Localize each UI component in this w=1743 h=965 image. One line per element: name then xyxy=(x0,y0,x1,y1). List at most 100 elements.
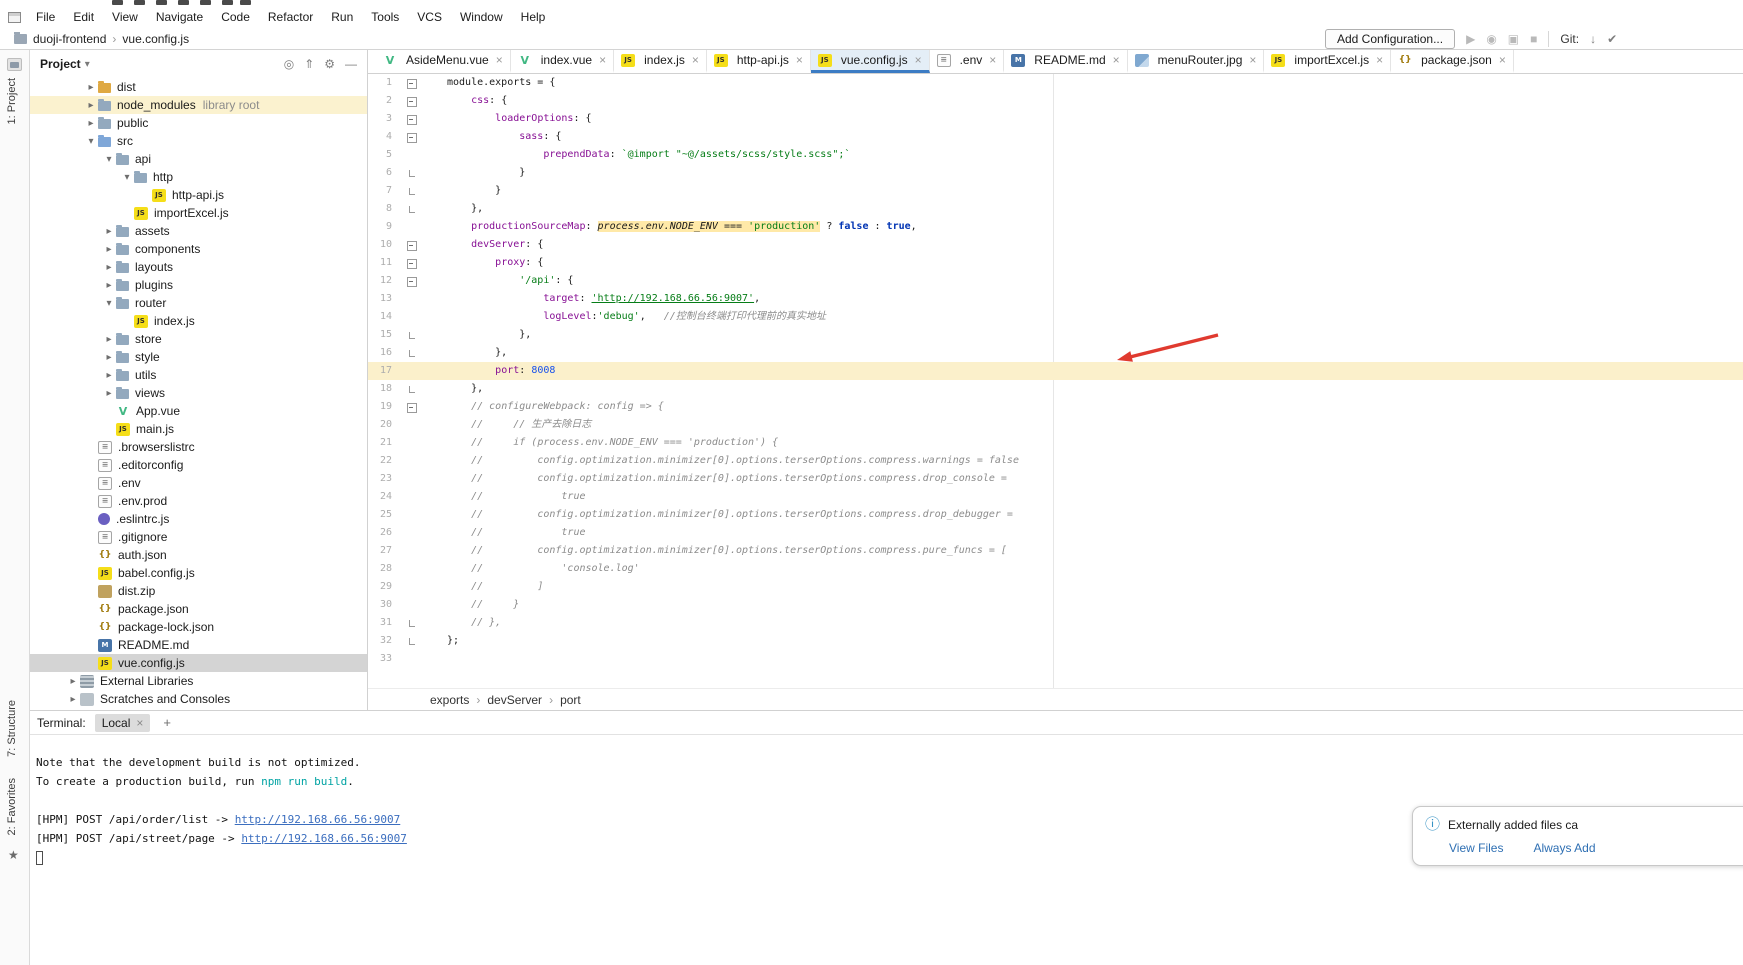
fold-icon[interactable] xyxy=(398,92,426,110)
code-line-25[interactable]: 25 // config.optimization.minimizer[0].o… xyxy=(368,506,1743,524)
hide-panel-icon[interactable]: — xyxy=(345,57,357,71)
chevron-right-icon[interactable]: ▸ xyxy=(84,118,98,129)
tree-item-store[interactable]: ▸store xyxy=(30,330,367,348)
tree-item-browserslistrc[interactable]: ≡.browserslistrc xyxy=(30,438,367,456)
code-line-10[interactable]: 10 devServer: { xyxy=(368,236,1743,254)
code-line-17[interactable]: 17 port: 8008 xyxy=(368,362,1743,380)
new-terminal-session-button[interactable]: + xyxy=(159,715,175,730)
breadcrumb-item-duoji-frontend[interactable]: duoji-frontend xyxy=(33,32,106,46)
terminal-tab-local[interactable]: Local × xyxy=(95,714,151,732)
code-line-32[interactable]: 32}; xyxy=(368,632,1743,650)
chevron-right-icon[interactable]: ▸ xyxy=(102,370,116,381)
tree-item-env-prod[interactable]: ≡.env.prod xyxy=(30,492,367,510)
tree-item-vue-config-js[interactable]: JSvue.config.js xyxy=(30,654,367,672)
editor-tab-index-js[interactable]: JSindex.js× xyxy=(614,50,707,73)
fold-icon[interactable] xyxy=(398,326,426,344)
stripe-project-label[interactable]: 1: Project xyxy=(6,78,18,124)
chevron-right-icon[interactable]: ▸ xyxy=(102,388,116,399)
code-line-15[interactable]: 15 }, xyxy=(368,326,1743,344)
editor-tab-asidemenu-vue[interactable]: VAsideMenu.vue× xyxy=(376,50,511,73)
fold-icon[interactable] xyxy=(398,74,426,92)
editor-tab-vue-config-js[interactable]: JSvue.config.js× xyxy=(811,50,930,73)
fold-icon[interactable] xyxy=(398,110,426,128)
chevron-right-icon[interactable]: ▸ xyxy=(84,82,98,93)
tree-item-package-json[interactable]: {}package.json xyxy=(30,600,367,618)
tree-item-api[interactable]: ▾api xyxy=(30,150,367,168)
tree-item-components[interactable]: ▸components xyxy=(30,240,367,258)
fold-icon[interactable] xyxy=(398,254,426,272)
tree-item-package-lock-json[interactable]: {}package-lock.json xyxy=(30,618,367,636)
code-line-29[interactable]: 29 // ] xyxy=(368,578,1743,596)
code-line-3[interactable]: 3 loaderOptions: { xyxy=(368,110,1743,128)
code-line-4[interactable]: 4 sass: { xyxy=(368,128,1743,146)
always-add-link[interactable]: Always Add xyxy=(1533,841,1595,855)
editor-tab-http-api-js[interactable]: JShttp-api.js× xyxy=(707,50,811,73)
code-line-7[interactable]: 7 } xyxy=(368,182,1743,200)
tree-item-router[interactable]: ▾router xyxy=(30,294,367,312)
tree-item-external-libraries[interactable]: ▸External Libraries xyxy=(30,672,367,690)
menu-file[interactable]: File xyxy=(27,6,64,28)
tree-item-main-js[interactable]: JSmain.js xyxy=(30,420,367,438)
run-icon[interactable]: ▶ xyxy=(1466,32,1475,46)
code-line-11[interactable]: 11 proxy: { xyxy=(368,254,1743,272)
menu-window[interactable]: Window xyxy=(451,6,512,28)
code-line-6[interactable]: 6 } xyxy=(368,164,1743,182)
stop-icon[interactable]: ■ xyxy=(1530,32,1537,46)
fold-icon[interactable] xyxy=(398,344,426,362)
close-icon[interactable]: × xyxy=(1249,53,1256,67)
fold-icon[interactable] xyxy=(398,182,426,200)
tree-item-layouts[interactable]: ▸layouts xyxy=(30,258,367,276)
fold-icon[interactable] xyxy=(398,614,426,632)
settings-gear-icon[interactable]: ⚙ xyxy=(324,57,335,71)
tree-item-importexcel-js[interactable]: JSimportExcel.js xyxy=(30,204,367,222)
chevron-down-icon[interactable]: ▾ xyxy=(102,154,116,165)
tree-item-eslintrc-js[interactable]: .eslintrc.js xyxy=(30,510,367,528)
close-icon[interactable]: × xyxy=(915,53,922,67)
git-update-icon[interactable]: ↓ xyxy=(1590,32,1596,46)
code-line-26[interactable]: 26 // true xyxy=(368,524,1743,542)
tree-item-node-modules[interactable]: ▸node_moduleslibrary root xyxy=(30,96,367,114)
code-line-30[interactable]: 30 // } xyxy=(368,596,1743,614)
chevron-right-icon[interactable]: ▸ xyxy=(102,280,116,291)
close-icon[interactable]: × xyxy=(599,53,606,67)
menu-run[interactable]: Run xyxy=(322,6,362,28)
editor-tab-importexcel-js[interactable]: JSimportExcel.js× xyxy=(1264,50,1391,73)
fold-icon[interactable] xyxy=(398,200,426,218)
tree-item-http-api-js[interactable]: JShttp-api.js xyxy=(30,186,367,204)
editor-tab-env[interactable]: ≡.env× xyxy=(930,50,1005,73)
close-icon[interactable]: × xyxy=(692,53,699,67)
editor-tab-index-vue[interactable]: Vindex.vue× xyxy=(511,50,614,73)
fold-icon[interactable] xyxy=(398,164,426,182)
terminal-link[interactable]: http://192.168.66.56:9007 xyxy=(235,813,401,826)
menu-vcs[interactable]: VCS xyxy=(408,6,451,28)
close-icon[interactable]: × xyxy=(496,53,503,67)
code-line-2[interactable]: 2 css: { xyxy=(368,92,1743,110)
editor-tab-readme-md[interactable]: MREADME.md× xyxy=(1004,50,1127,73)
fold-icon[interactable] xyxy=(398,128,426,146)
coverage-icon[interactable]: ▣ xyxy=(1508,32,1519,46)
stripe-favorites-label[interactable]: 2: Favorites xyxy=(6,778,18,835)
editor-breadcrumb-port[interactable]: port xyxy=(560,693,581,707)
menu-help[interactable]: Help xyxy=(512,6,555,28)
code-line-1[interactable]: 1module.exports = { xyxy=(368,74,1743,92)
chevron-right-icon[interactable]: ▸ xyxy=(66,694,80,705)
fold-icon[interactable] xyxy=(398,272,426,290)
tree-item-dist[interactable]: ▸dist xyxy=(30,78,367,96)
tree-item-gitignore[interactable]: ≡.gitignore xyxy=(30,528,367,546)
chevron-right-icon[interactable]: ▸ xyxy=(102,334,116,345)
menu-tools[interactable]: Tools xyxy=(362,6,408,28)
code-line-18[interactable]: 18 }, xyxy=(368,380,1743,398)
menu-code[interactable]: Code xyxy=(212,6,259,28)
chevron-down-icon[interactable]: ▾ xyxy=(85,59,90,70)
chevron-right-icon[interactable]: ▸ xyxy=(102,262,116,273)
tree-item-readme-md[interactable]: MREADME.md xyxy=(30,636,367,654)
tree-item-dist-zip[interactable]: dist.zip xyxy=(30,582,367,600)
tree-item-src[interactable]: ▾src xyxy=(30,132,367,150)
tree-item-auth-json[interactable]: {}auth.json xyxy=(30,546,367,564)
project-tool-window-icon[interactable] xyxy=(7,58,22,71)
chevron-right-icon[interactable]: ▸ xyxy=(84,100,98,111)
tree-item-public[interactable]: ▸public xyxy=(30,114,367,132)
close-icon[interactable]: × xyxy=(989,53,996,67)
stripe-structure-label[interactable]: 7: Structure xyxy=(6,700,18,757)
editor-tab-menurouter-jpg[interactable]: menuRouter.jpg× xyxy=(1128,50,1265,73)
